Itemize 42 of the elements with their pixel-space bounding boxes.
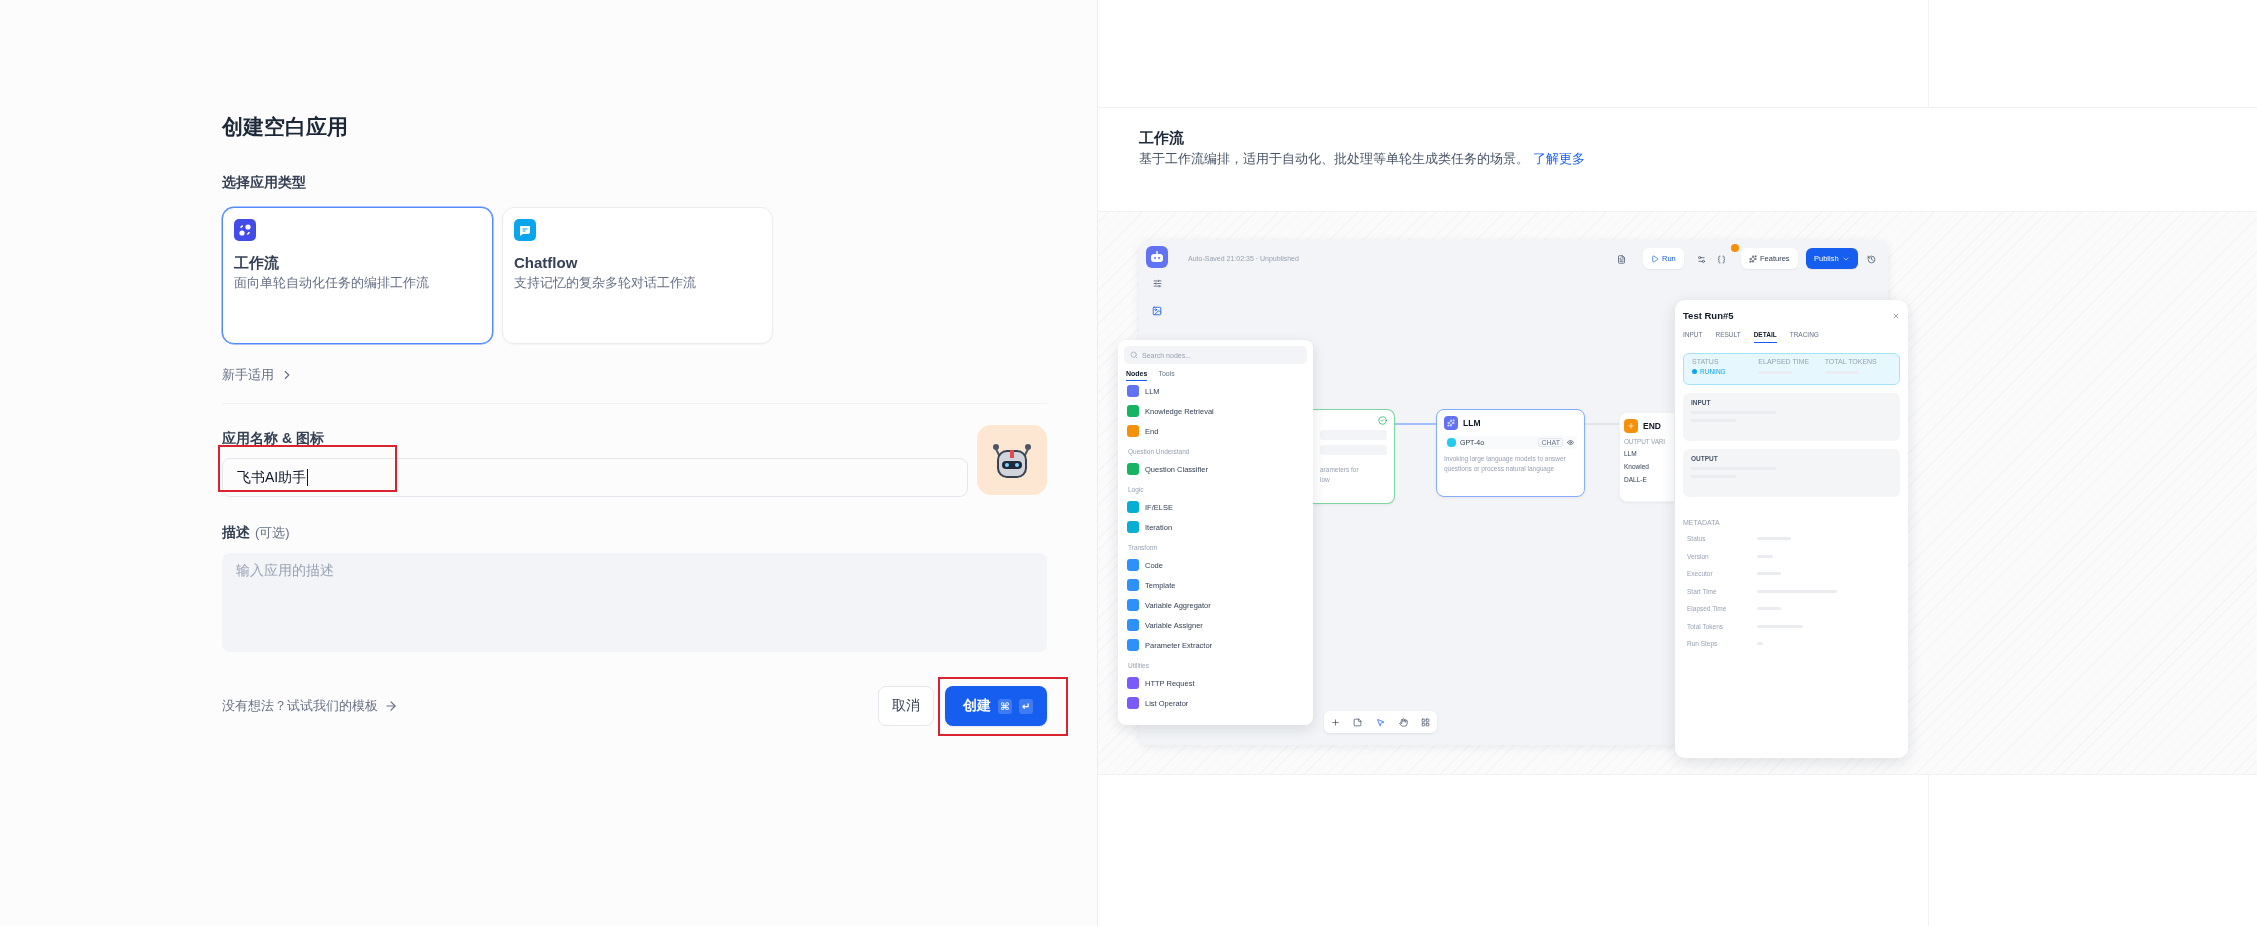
check-icon bbox=[1378, 416, 1387, 425]
layout-icon[interactable] bbox=[1421, 717, 1431, 727]
beginner-link[interactable]: 新手适用 bbox=[222, 366, 294, 384]
section-label: 选择应用类型 bbox=[222, 173, 306, 192]
play-icon bbox=[1651, 254, 1659, 263]
app-type-card[interactable]: 工作流 面向单轮自动化任务的编排工作流 bbox=[222, 207, 493, 344]
close-icon[interactable] bbox=[1892, 311, 1900, 320]
section-label: 应用名称 & 图标 bbox=[222, 429, 324, 448]
dialog-title: 创建空白应用 bbox=[222, 114, 349, 140]
connector-line bbox=[1395, 423, 1436, 425]
end-node-icon bbox=[1624, 419, 1638, 433]
sparkles-icon bbox=[1749, 254, 1757, 263]
bot-logo-icon bbox=[1146, 246, 1168, 268]
card-description: 支持记忆的复杂多轮对话工作流 bbox=[514, 275, 697, 292]
create-button[interactable]: 创建 ⌘ ↵ bbox=[945, 686, 1047, 726]
cancel-button[interactable]: 取消 bbox=[878, 686, 934, 726]
chat-icon bbox=[514, 219, 536, 241]
node-title: END bbox=[1643, 421, 1661, 431]
add-icon[interactable] bbox=[1330, 717, 1340, 727]
card-description: 面向单轮自动化任务的编排工作流 bbox=[234, 275, 430, 292]
app-type-card[interactable]: Chatflow 支持记忆的复杂多轮对话工作流 bbox=[502, 207, 773, 344]
workflow-icon bbox=[234, 219, 256, 241]
notification-dot bbox=[1731, 244, 1739, 252]
search-icon bbox=[1130, 351, 1138, 359]
section-label: 描述 bbox=[222, 523, 250, 542]
app-icon-button[interactable] bbox=[977, 425, 1047, 495]
note-icon[interactable] bbox=[1353, 717, 1363, 727]
llm-node-icon bbox=[1444, 416, 1458, 430]
name-input[interactable]: 飞书AI助手 bbox=[222, 458, 968, 497]
hand-icon[interactable] bbox=[1398, 717, 1408, 727]
panel-title: Test Run#5 bbox=[1683, 310, 1734, 321]
learn-more-link[interactable]: 了解更多 bbox=[1532, 151, 1585, 166]
eye-icon bbox=[1567, 439, 1574, 446]
pointer-icon[interactable] bbox=[1376, 717, 1385, 727]
model-icon bbox=[1447, 438, 1456, 447]
card-title: Chatflow bbox=[514, 253, 579, 273]
optional-hint: (可选) bbox=[255, 524, 290, 542]
template-link[interactable]: 没有想法？试试我们的模板 bbox=[222, 697, 398, 715]
preview-title: 工作流 bbox=[1139, 128, 1185, 148]
node-title: LLM bbox=[1463, 418, 1481, 428]
card-title: 工作流 bbox=[234, 253, 280, 273]
preview-description: 基于工作流编排，适用于自动化、批处理等单轮生成类任务的场景。 了解更多 bbox=[1139, 150, 1586, 168]
